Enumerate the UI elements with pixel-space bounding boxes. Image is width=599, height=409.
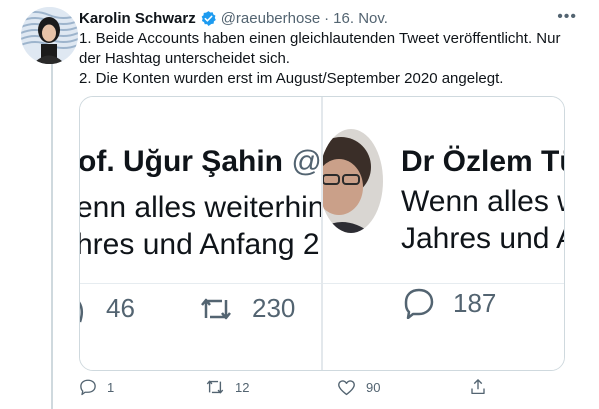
reply-icon [404,288,434,319]
panel-text-line: enn alles weiterhin [80,191,323,224]
portrait-photo [323,129,383,233]
panel-text-line: hres und Anfang 2 [80,228,320,261]
panel-author-name: of. Uğur Şahin @F [80,145,323,179]
panel-stat-retweets: 230 [198,293,295,324]
panel-stat-value: 230 [252,293,296,323]
share-button[interactable] [469,376,497,398]
like-button[interactable]: 90 [337,376,380,398]
separator-dot: · [324,9,330,27]
panel-divider [80,283,323,284]
panel-text-line: Jahres und A [401,222,565,255]
tweet-text-line: 2. Die Konten wurden erst im August/Sept… [79,70,504,87]
panel-divider [323,283,564,284]
retweet-icon [201,298,231,319]
heart-icon [338,379,355,395]
tweet-text-line: 1. Beide Accounts haben einen gleichlaut… [79,30,561,67]
author-handle[interactable]: @raeuberhose [221,10,320,27]
media-image[interactable]: of. Uğur Şahin @F enn alles weiterhin hr… [79,96,565,371]
author-name[interactable]: Karolin Schwarz [79,10,196,27]
tweet-date[interactable]: 16. Nov. [333,10,388,27]
retweet-button[interactable]: 12 [205,376,249,398]
media-panel-left: of. Uğur Şahin @F enn alles weiterhin hr… [80,97,323,370]
panel-stat-value: 187 [453,287,497,318]
panel-handle: @F [291,145,323,178]
verified-badge-icon [200,10,217,27]
media-panel-right: Dr Özlem Tü Wenn alles w Jahres und A 18… [323,97,565,370]
tweet-text: 1. Beide Accounts haben einen gleichlaut… [79,29,579,89]
panel-stat-value: 46 [106,293,135,323]
reply-icon [80,379,96,396]
retweet-count: 12 [235,379,250,395]
reply-count: 1 [107,379,115,395]
tweet-header: Karolin Schwarz @raeuberhose · 16. Nov. … [79,8,577,28]
like-count: 90 [366,379,381,395]
tweet-actions: 1 12 90 [79,376,499,398]
thread-line [51,64,53,409]
reply-icon [80,301,83,322]
reply-button[interactable]: 1 [79,376,114,398]
share-icon [471,379,485,395]
panel-text-line: Wenn alles w [401,185,565,218]
retweet-icon [206,380,224,394]
more-options-icon[interactable]: ••• [557,8,577,26]
avatar[interactable] [21,7,78,64]
panel-stat-replies: 46 [80,293,135,324]
tweet[interactable]: Karolin Schwarz @raeuberhose · 16. Nov. … [0,0,599,409]
panel-name-text: of. Uğur Şahin [80,145,283,178]
panel-stat-replies: 187 [403,287,496,319]
panel-author-name: Dr Özlem Tü [401,145,565,178]
